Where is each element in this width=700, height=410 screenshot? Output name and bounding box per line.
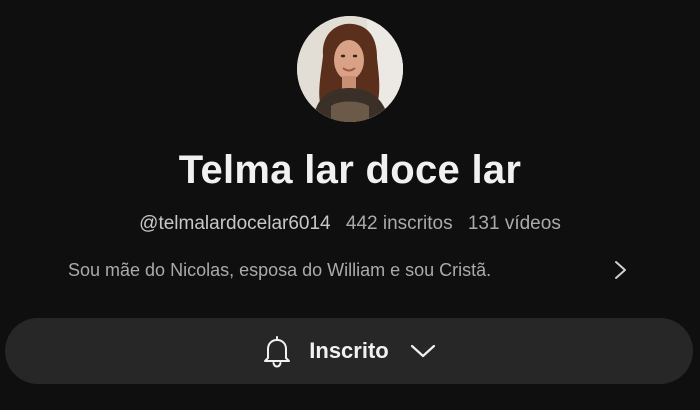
bell-icon: [264, 336, 291, 368]
video-count: 131 vídeos: [467, 213, 561, 234]
chevron-right-icon: [615, 261, 626, 279]
subscribed-button-content: Inscrito: [261, 334, 436, 368]
channel-meta: @telmalardocelar6014 442 inscritos 131 v…: [0, 213, 700, 235]
channel-description-link[interactable]: Sou mãe do Nicolas, esposa do William e …: [68, 256, 638, 284]
channel-name: Telma lar doce lar: [178, 148, 522, 192]
channel-handle: @telmalardocelar6014: [139, 213, 331, 234]
channel-header: Telma lar doce lar @telmalardocelar6014 …: [0, 0, 700, 410]
avatar-image: [297, 16, 403, 122]
channel-description: Sou mãe do Nicolas, esposa do William e …: [68, 259, 492, 280]
subscriber-count: 442 inscritos: [345, 213, 453, 234]
avatar[interactable]: [297, 16, 403, 122]
subscribed-button[interactable]: Inscrito: [5, 318, 693, 384]
subscribed-label: Inscrito: [309, 338, 389, 363]
chevron-down-icon: [410, 344, 435, 358]
